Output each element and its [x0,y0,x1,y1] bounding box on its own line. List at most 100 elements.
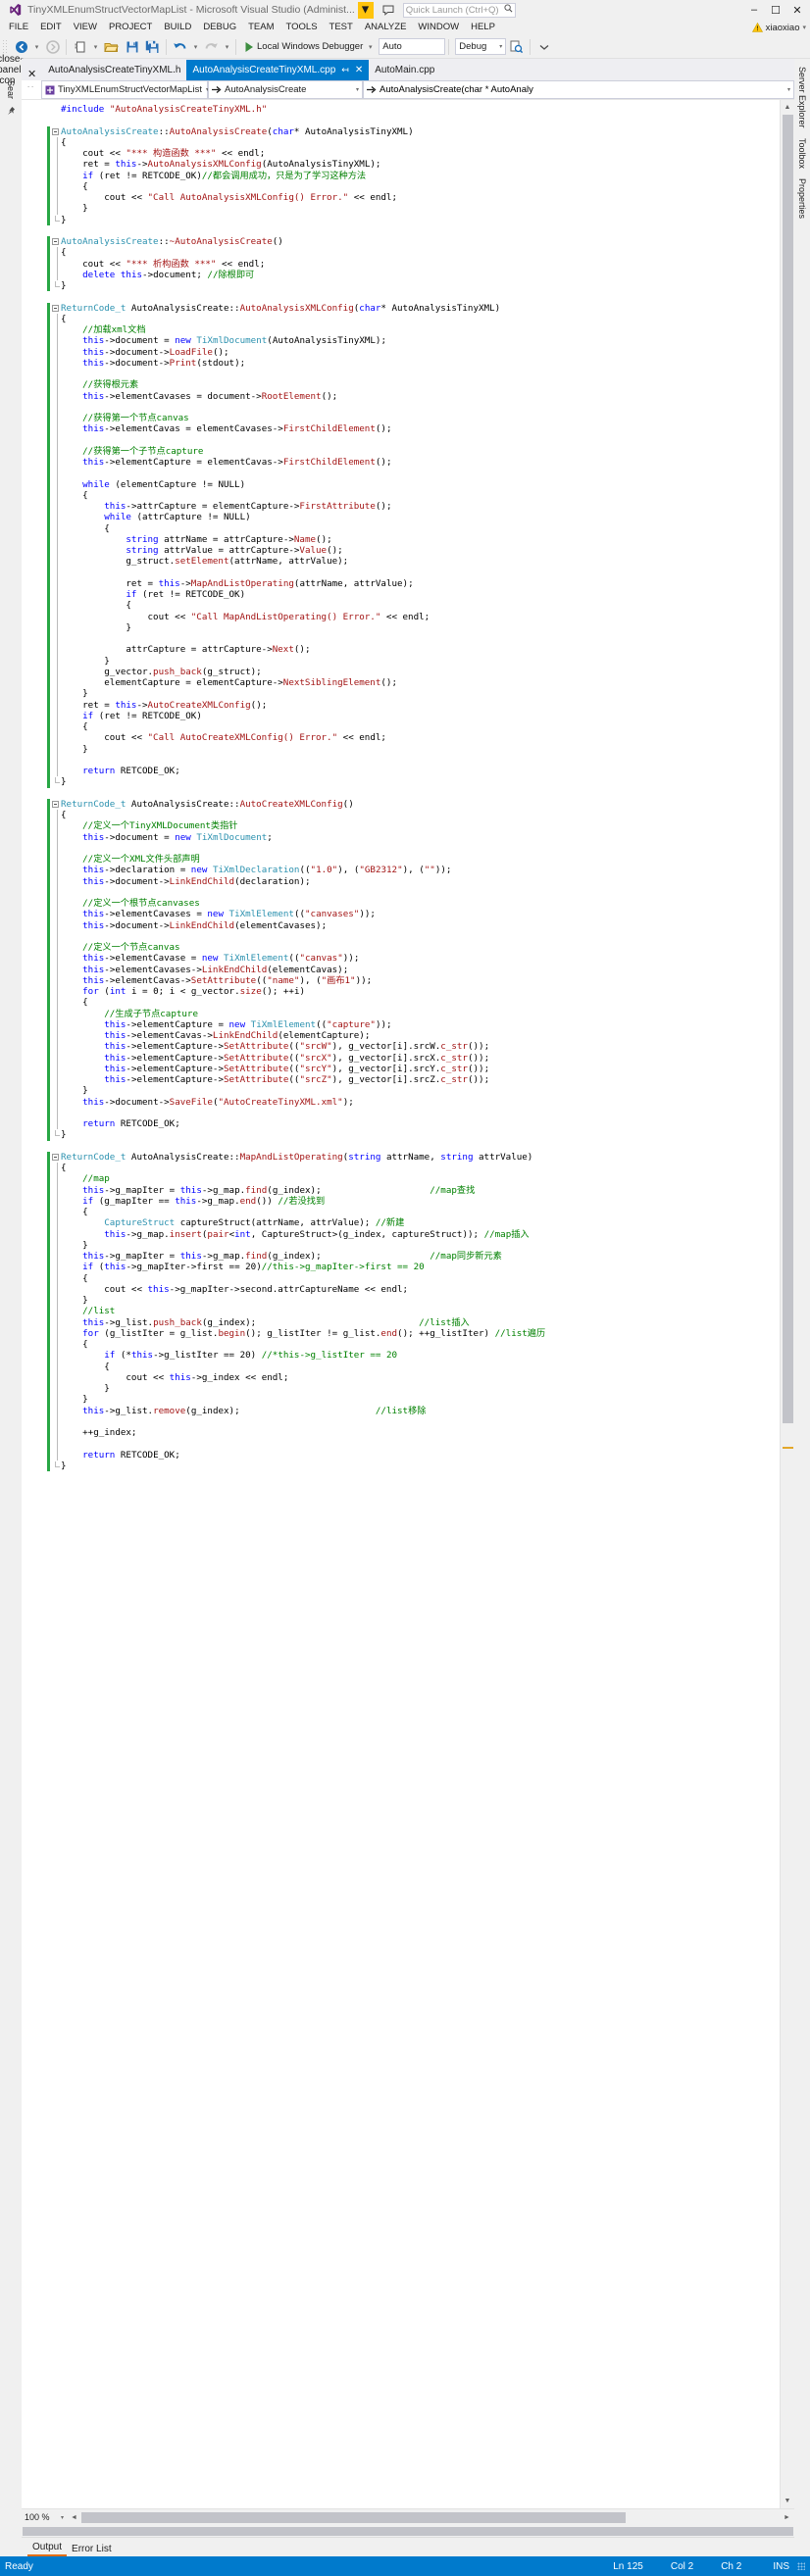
code-line[interactable]: this->elementCapture->SetAttribute(("src… [22,1074,780,1086]
code-line[interactable]: this->g_map.insert(pair<int, CaptureStru… [22,1228,780,1240]
code-line[interactable]: this->elementCapture->SetAttribute(("src… [22,1052,780,1064]
code-line[interactable]: #include "AutoAnalysisCreateTinyXML.h" [22,104,780,115]
debugger-caret[interactable]: ▾ [365,36,376,57]
code-line[interactable]: this->g_mapIter = this->g_map.find(g_ind… [22,1251,780,1263]
code-line[interactable]: { [22,522,780,534]
hscroll-thumb[interactable] [81,2511,627,2523]
tab-output[interactable]: Output [27,2540,68,2556]
code-line[interactable] [22,886,780,898]
sidebar-item-search-1[interactable]: Sear [4,76,18,103]
close-panel-icon[interactable]: close-panel-icon [0,54,25,86]
code-line[interactable]: g_struct.setElement(attrName, attrValue)… [22,556,780,568]
code-line[interactable] [22,1415,780,1427]
code-line[interactable]: if (g_mapIter == this->g_map.end()) //若没… [22,1195,780,1207]
code-line[interactable]: string attrValue = attrCapture->Value(); [22,545,780,557]
code-line[interactable]: string attrName = attrCapture->Name(); [22,533,780,545]
code-line[interactable]: this->elementCavases = document->RootEle… [22,390,780,402]
code-line[interactable]: this->declaration = new TiXmlDeclaration… [22,865,780,876]
code-line[interactable] [22,633,780,645]
tab-autoanalysiscreatetinyxml-cpp[interactable]: AutoAnalysisCreateTinyXML.cpp ↤ ✕ [186,60,370,80]
pin-icon[interactable] [3,103,19,119]
menu-build[interactable]: BUILD [158,20,197,35]
scroll-left-icon[interactable]: ◄ [67,2510,81,2525]
code-line[interactable]: //map [22,1173,780,1185]
code-line[interactable]: cout << "*** 析构函数 ***" << endl; [22,258,780,270]
code-line[interactable] [22,788,780,799]
find-in-files-icon[interactable] [506,36,527,57]
code-line[interactable]: { [22,1272,780,1284]
code-line[interactable]: cout << "Call AutoCreateXMLConfig() Erro… [22,732,780,744]
fold-indicator[interactable] [50,236,61,247]
menu-tools[interactable]: TOOLS [280,20,324,35]
code-line[interactable] [22,115,780,125]
code-line[interactable]: cout << this->g_index << endl; [22,1371,780,1383]
code-line[interactable]: } [22,743,780,755]
code-line[interactable] [22,1141,780,1152]
start-debugging-button[interactable]: Local Windows Debugger [239,36,365,57]
menu-analyze[interactable]: ANALYZE [359,20,413,35]
code-line[interactable]: this->elementCapture = new TiXmlElement(… [22,1018,780,1030]
code-line[interactable]: { [22,180,780,192]
scroll-right-icon[interactable]: ► [780,2510,794,2525]
code-line[interactable]: AutoAnalysisCreate::~AutoAnalysisCreate(… [22,236,780,248]
code-line[interactable]: this->elementCapture->SetAttribute(("src… [22,1041,780,1053]
platform-select[interactable]: Auto [379,38,446,55]
close-tab-icon[interactable]: ✕ [355,65,363,75]
code-line[interactable]: this->document = new TiXmlDocument(AutoA… [22,335,780,347]
code-line[interactable]: { [22,489,780,501]
code-line[interactable]: this->g_mapIter = this->g_map.find(g_ind… [22,1184,780,1196]
zoom-level-select[interactable]: 100 % ▾ [22,2509,67,2525]
menu-file[interactable]: FILE [3,20,34,35]
code-line[interactable]: { [22,721,780,733]
code-line[interactable]: this->attrCapture = elementCapture->Firs… [22,501,780,513]
minimize-button[interactable]: – [743,1,765,19]
code-line[interactable]: } [22,655,780,667]
code-line[interactable]: //定义一个TinyXMLDocument类指针 [22,820,780,832]
code-line[interactable]: cout << "Call MapAndListOperating() Erro… [22,611,780,622]
undo-icon[interactable] [170,36,190,57]
code-line[interactable] [22,369,780,380]
code-line[interactable]: //list [22,1306,780,1317]
fold-indicator[interactable] [50,303,61,314]
code-line[interactable]: this->document->Print(stdout); [22,357,780,369]
tab-error-list[interactable]: Error List [67,2542,117,2556]
open-file-icon[interactable] [101,36,122,57]
code-line[interactable]: ret = this->AutoAnalysisXMLConfig(AutoAn… [22,159,780,171]
code-line[interactable] [22,567,780,578]
menu-project[interactable]: PROJECT [103,20,158,35]
code-line[interactable]: //定义一个节点canvas [22,942,780,954]
scroll-down-icon[interactable]: ▼ [781,2494,795,2508]
code-line[interactable]: CaptureStruct captureStruct(attrName, at… [22,1217,780,1229]
code-line[interactable]: //获得根元素 [22,379,780,391]
code-line[interactable]: ret = this->AutoCreateXMLConfig(); [22,699,780,711]
code-line[interactable]: return RETCODE_OK; [22,766,780,777]
code-line[interactable]: } [22,776,780,788]
new-item-icon[interactable] [70,36,90,57]
code-line[interactable]: } [22,203,780,215]
vscroll-thumb[interactable] [782,115,793,1423]
code-line[interactable]: ReturnCode_t AutoAnalysisCreate::MapAndL… [22,1151,780,1163]
code-line[interactable]: } [22,1460,780,1471]
code-line[interactable]: this->elementCavas->LinkEndChild(element… [22,1030,780,1042]
code-line[interactable]: attrCapture = attrCapture->Next(); [22,644,780,656]
code-line[interactable]: elementCapture = elementCapture->NextSib… [22,677,780,689]
code-line[interactable]: if (ret != RETCODE_OK)//都会调用成功，只是为了学习这种方… [22,170,780,181]
maximize-button[interactable]: ☐ [765,1,786,19]
code-line[interactable]: //生成子节点capture [22,1008,780,1019]
code-line[interactable] [22,225,780,236]
sidebar-item-server-explorer[interactable]: Server Explorer [796,62,808,133]
undo-caret[interactable]: ▾ [190,36,201,57]
code-line[interactable]: //定义一个根节点canvases [22,898,780,910]
code-line[interactable] [22,754,780,766]
feedback-speech-bubble-icon[interactable] [380,2,397,18]
hscroll-track[interactable] [81,2509,780,2525]
configuration-select[interactable]: Debug ▾ [455,38,507,55]
code-line[interactable]: ReturnCode_t AutoAnalysisCreate::AutoCre… [22,798,780,810]
code-line[interactable] [22,291,780,302]
code-line[interactable]: this->document->LinkEndChild(declaration… [22,875,780,887]
code-line[interactable]: { [22,1163,780,1174]
code-line[interactable]: this->g_list.push_back(g_index); //list插… [22,1316,780,1328]
code-line[interactable]: this->elementCapture = elementCavas->Fir… [22,457,780,469]
menu-window[interactable]: WINDOW [412,20,465,35]
pin-tab-icon[interactable]: ↤ [341,66,349,74]
